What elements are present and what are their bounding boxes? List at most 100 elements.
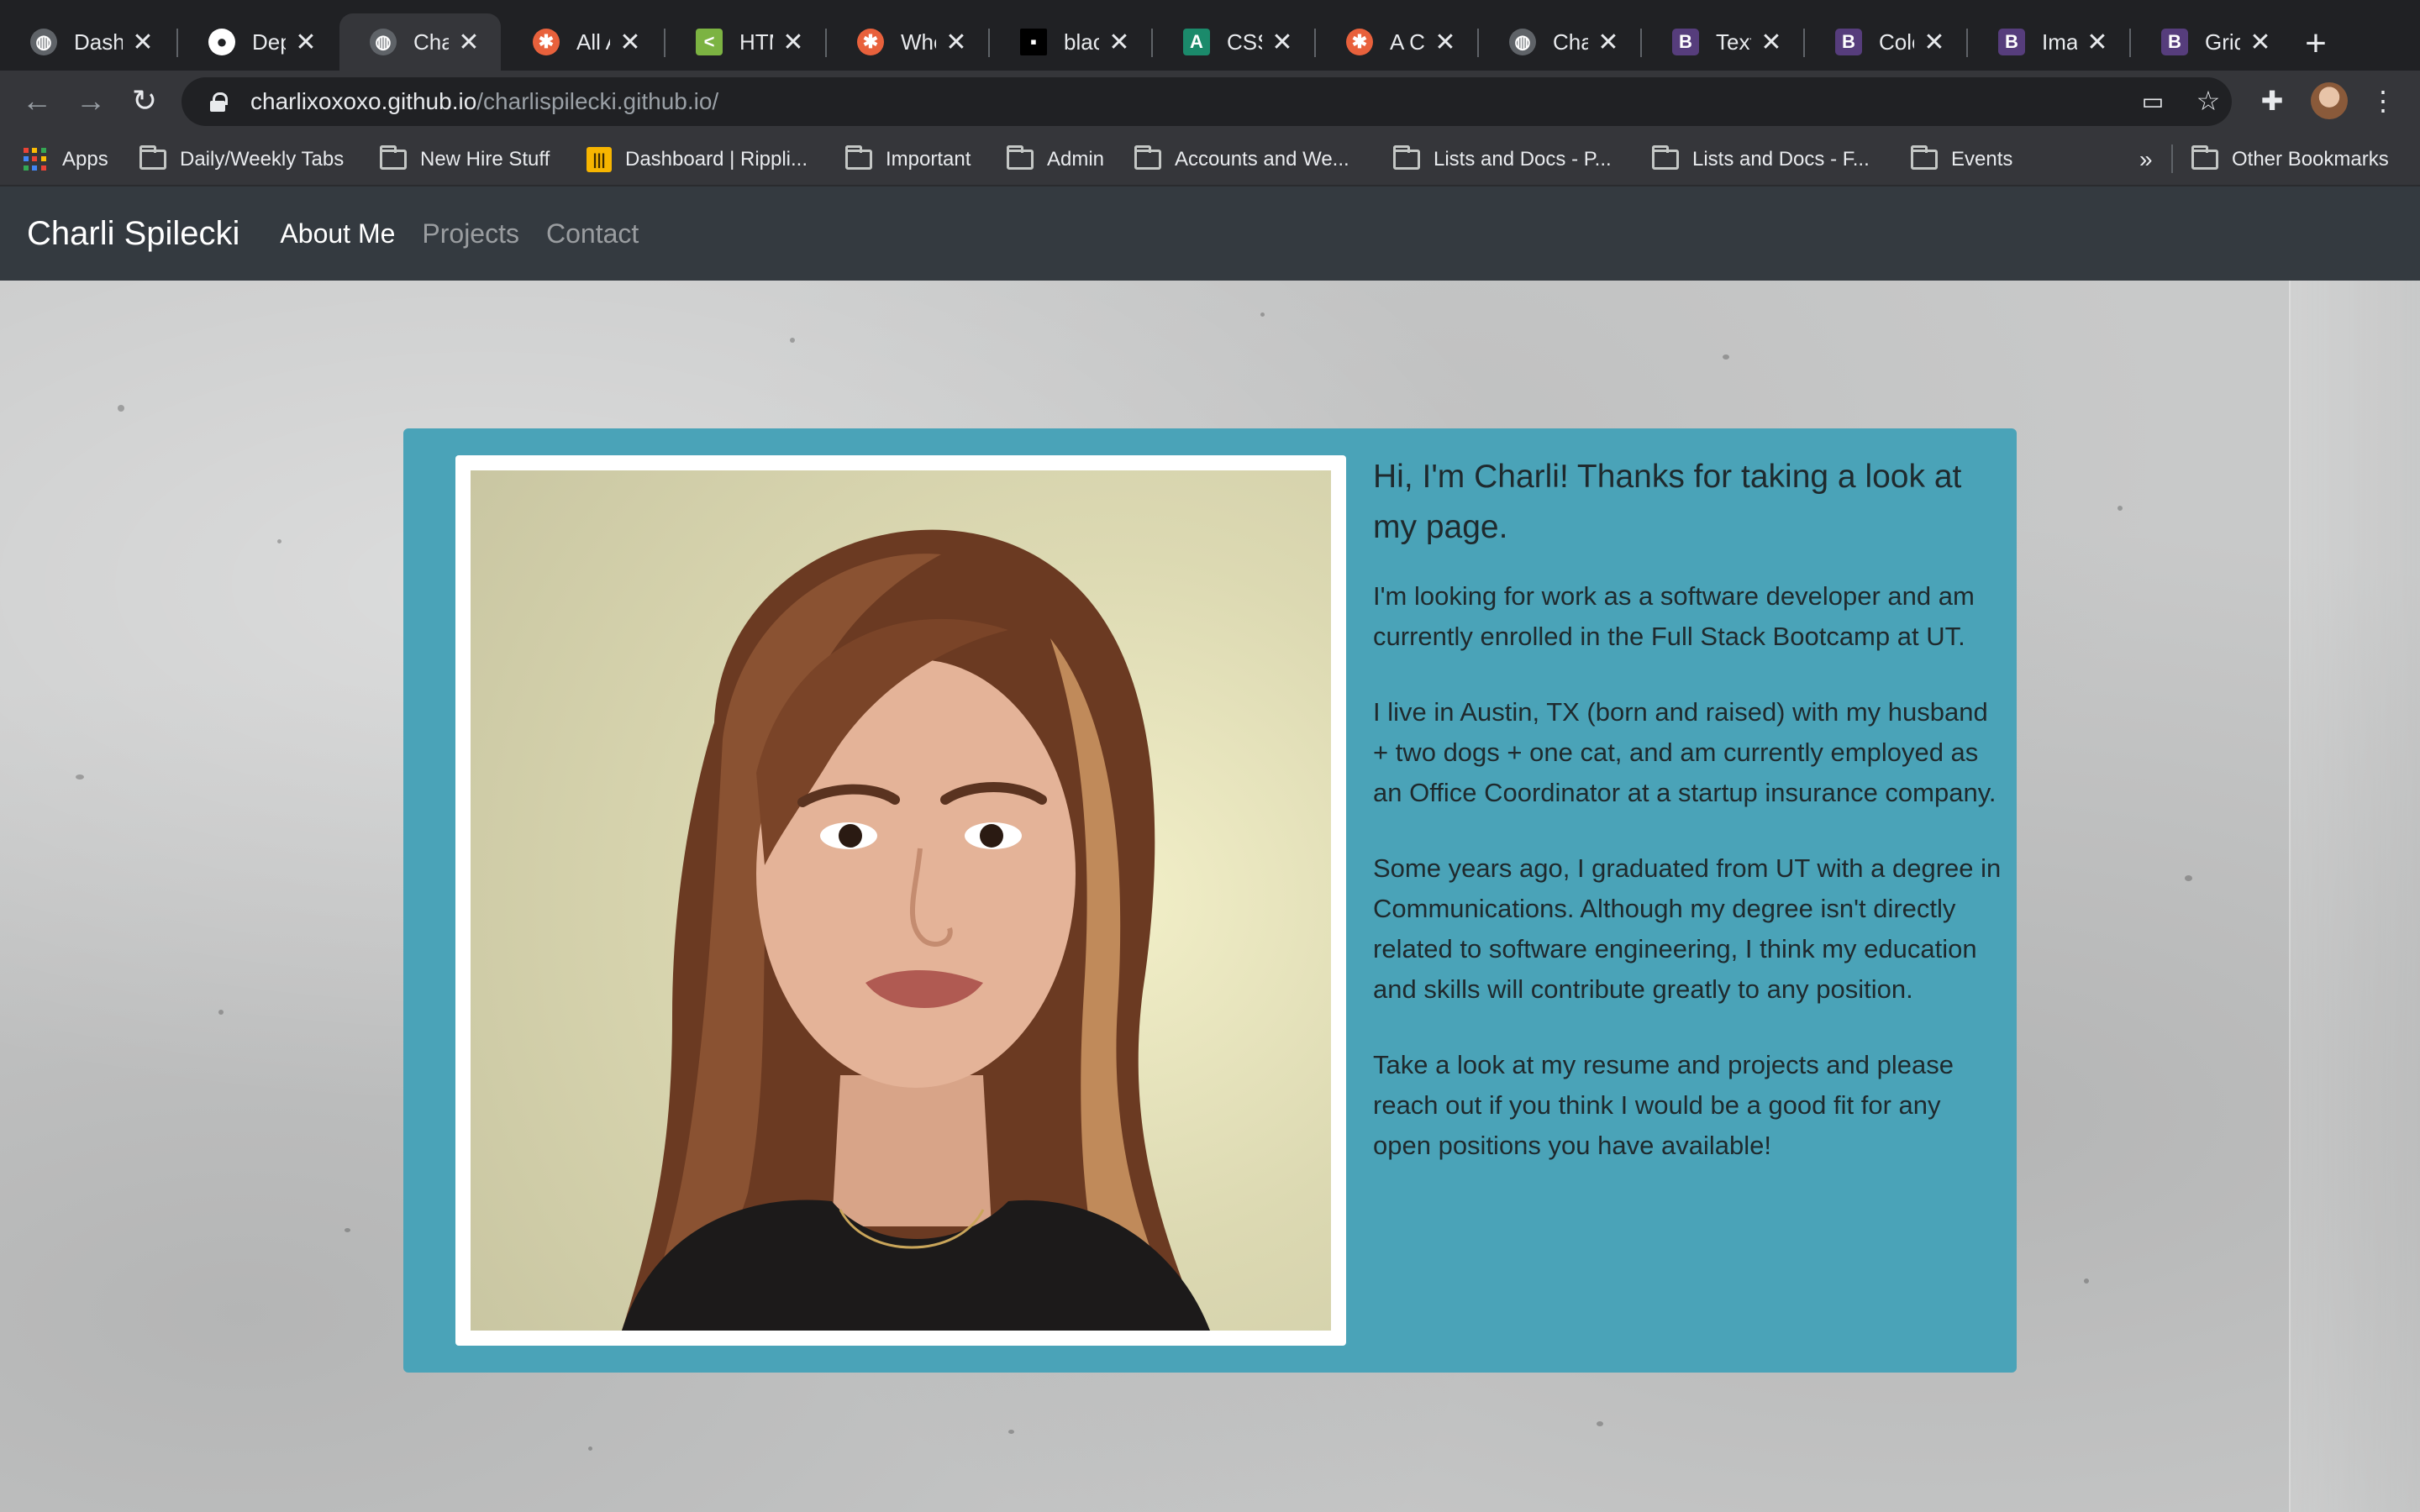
tab[interactable]: ◍ Charli ✕	[1479, 13, 1640, 71]
tab-title: black	[1064, 29, 1099, 55]
folder-icon	[2191, 145, 2218, 170]
tab-active[interactable]: ◍ Charli ✕	[339, 13, 501, 71]
menu-kebab-icon[interactable]: ⋮	[2365, 82, 2402, 119]
tab[interactable]: ◍ Dashb ✕	[0, 13, 175, 71]
bookmarks-divider	[2171, 144, 2173, 173]
html-icon: <	[696, 29, 723, 55]
folder-icon	[1393, 145, 1420, 170]
bookmark-label: Events	[1951, 148, 2013, 171]
bookmark-folder[interactable]: New Hire Stuff	[380, 143, 550, 176]
bookmark-folder[interactable]: Lists and Docs - P...	[1393, 143, 1612, 176]
tab[interactable]: B Image ✕	[1968, 13, 2129, 71]
close-icon[interactable]: ✕	[1597, 28, 1620, 57]
tab-title: HTML	[739, 29, 773, 55]
bootstrap-icon: B	[2161, 29, 2188, 55]
codepen-icon: ✱	[1346, 29, 1373, 55]
bookmark-apps[interactable]: Apps	[24, 143, 108, 176]
codepen-icon: ✱	[533, 29, 560, 55]
tab-title: Color	[1879, 29, 1914, 55]
reload-icon[interactable]: ↻	[124, 81, 165, 121]
folder-icon	[380, 145, 407, 170]
site-navbar: Charli Spilecki About Me Projects Contac…	[0, 186, 2420, 281]
tab[interactable]: ✱ Wher ✕	[827, 13, 988, 71]
close-icon[interactable]: ✕	[131, 28, 155, 57]
page-viewport: Charli Spilecki About Me Projects Contac…	[0, 186, 2420, 1512]
bookmarks-bar: Apps Daily/Weekly Tabs New Hire Stuff ||…	[0, 131, 2420, 186]
bookmarks-overflow-button[interactable]: »	[2139, 143, 2153, 176]
about-card: Hi, I'm Charli! Thanks for taking a look…	[403, 428, 2017, 1373]
close-icon[interactable]: ✕	[294, 28, 318, 57]
tab[interactable]: ▪ black ✕	[990, 13, 1151, 71]
css-icon: A	[1183, 29, 1210, 55]
tab-title: Wher	[901, 29, 936, 55]
globe-icon: ◍	[30, 29, 57, 55]
tab-title: Image	[2042, 29, 2077, 55]
close-icon[interactable]: ✕	[618, 28, 642, 57]
bootstrap-icon: B	[1672, 29, 1699, 55]
close-icon[interactable]: ✕	[1270, 28, 1294, 57]
bookmark-label: Lists and Docs - F...	[1692, 148, 1870, 171]
tab[interactable]: ✱ A Cor ✕	[1316, 13, 1477, 71]
close-icon[interactable]: ✕	[1107, 28, 1131, 57]
bookmark-label: Daily/Weekly Tabs	[180, 148, 345, 171]
bookmark-label: Admin	[1047, 148, 1105, 171]
close-icon[interactable]: ✕	[457, 28, 481, 57]
forward-arrow-icon[interactable]: →	[71, 81, 111, 121]
black-square-icon: ▪	[1020, 29, 1047, 55]
close-icon[interactable]: ✕	[2086, 28, 2109, 57]
bookmark-folder[interactable]: Important	[845, 143, 971, 176]
tab[interactable]: ● Deplo ✕	[178, 13, 338, 71]
close-icon[interactable]: ✕	[944, 28, 968, 57]
folder-icon	[845, 145, 872, 170]
other-bookmarks[interactable]: Other Bookmarks	[2191, 143, 2389, 176]
tab-title: CSS l	[1227, 29, 1262, 55]
bookmark-folder[interactable]: Daily/Weekly Tabs	[139, 143, 344, 176]
bookmark-folder[interactable]: Accounts and We...	[1134, 143, 1349, 176]
tab-title: Charli	[413, 29, 449, 55]
tab[interactable]: B Text - ✕	[1642, 13, 1803, 71]
tab-title: Text -	[1716, 29, 1751, 55]
close-icon[interactable]: ✕	[2249, 28, 2272, 57]
address-bar[interactable]: charlixoxoxo.github.io/charlispilecki.gi…	[182, 77, 2232, 126]
bookmark-rippling[interactable]: ||| Dashboard | Rippli...	[587, 143, 808, 176]
about-paragraph: Some years ago, I graduated from UT with…	[1373, 853, 2002, 1004]
tab-title: Grid s	[2205, 29, 2240, 55]
close-icon[interactable]: ✕	[1760, 28, 1783, 57]
folder-icon	[1652, 145, 1679, 170]
github-icon: ●	[208, 29, 235, 55]
portrait-illustration	[622, 529, 1210, 1331]
bookmark-folder[interactable]: Events	[1911, 143, 2012, 176]
browser-toolbar: ← → ↻ charlixoxoxo.github.io/charlispile…	[0, 71, 2420, 131]
nav-about-me[interactable]: About Me	[280, 218, 395, 249]
bootstrap-icon: B	[1835, 29, 1862, 55]
close-icon[interactable]: ✕	[781, 28, 805, 57]
nav-contact[interactable]: Contact	[546, 218, 639, 249]
bookmark-folder[interactable]: Lists and Docs - F...	[1652, 143, 1870, 176]
tab[interactable]: A CSS l ✕	[1153, 13, 1314, 71]
tab[interactable]: ✱ All Ab ✕	[502, 13, 662, 71]
folder-icon	[1007, 145, 1034, 170]
about-paragraph: I'm looking for work as a software devel…	[1373, 581, 1975, 651]
close-icon[interactable]: ✕	[1923, 28, 1946, 57]
cast-icon[interactable]: ▭	[2134, 82, 2171, 119]
profile-avatar[interactable]	[2311, 82, 2348, 119]
url-host: charlixoxoxo.github.io	[250, 88, 477, 114]
bookmark-label: New Hire Stuff	[420, 148, 550, 171]
bookmark-label: Accounts and We...	[1175, 148, 1349, 171]
extensions-icon[interactable]: ✚	[2254, 82, 2291, 119]
back-arrow-icon[interactable]: ←	[17, 81, 57, 121]
tab[interactable]: < HTML ✕	[666, 13, 825, 71]
bookmark-label: Other Bookmarks	[2232, 148, 2389, 171]
star-icon[interactable]: ☆	[2190, 82, 2227, 119]
tab[interactable]: B Color ✕	[1805, 13, 1966, 71]
site-brand[interactable]: Charli Spilecki	[27, 215, 239, 253]
about-paragraph: Take a look at my resume and projects an…	[1373, 1050, 1954, 1160]
tab[interactable]: B Grid s ✕	[2131, 13, 2292, 71]
profile-photo-frame	[455, 455, 1346, 1346]
background-texture-panel	[2289, 281, 2420, 1512]
new-tab-button[interactable]: +	[2292, 20, 2339, 67]
nav-projects[interactable]: Projects	[422, 218, 519, 249]
folder-icon	[1134, 145, 1161, 170]
close-icon[interactable]: ✕	[1434, 28, 1457, 57]
bookmark-folder[interactable]: Admin	[1007, 143, 1104, 176]
